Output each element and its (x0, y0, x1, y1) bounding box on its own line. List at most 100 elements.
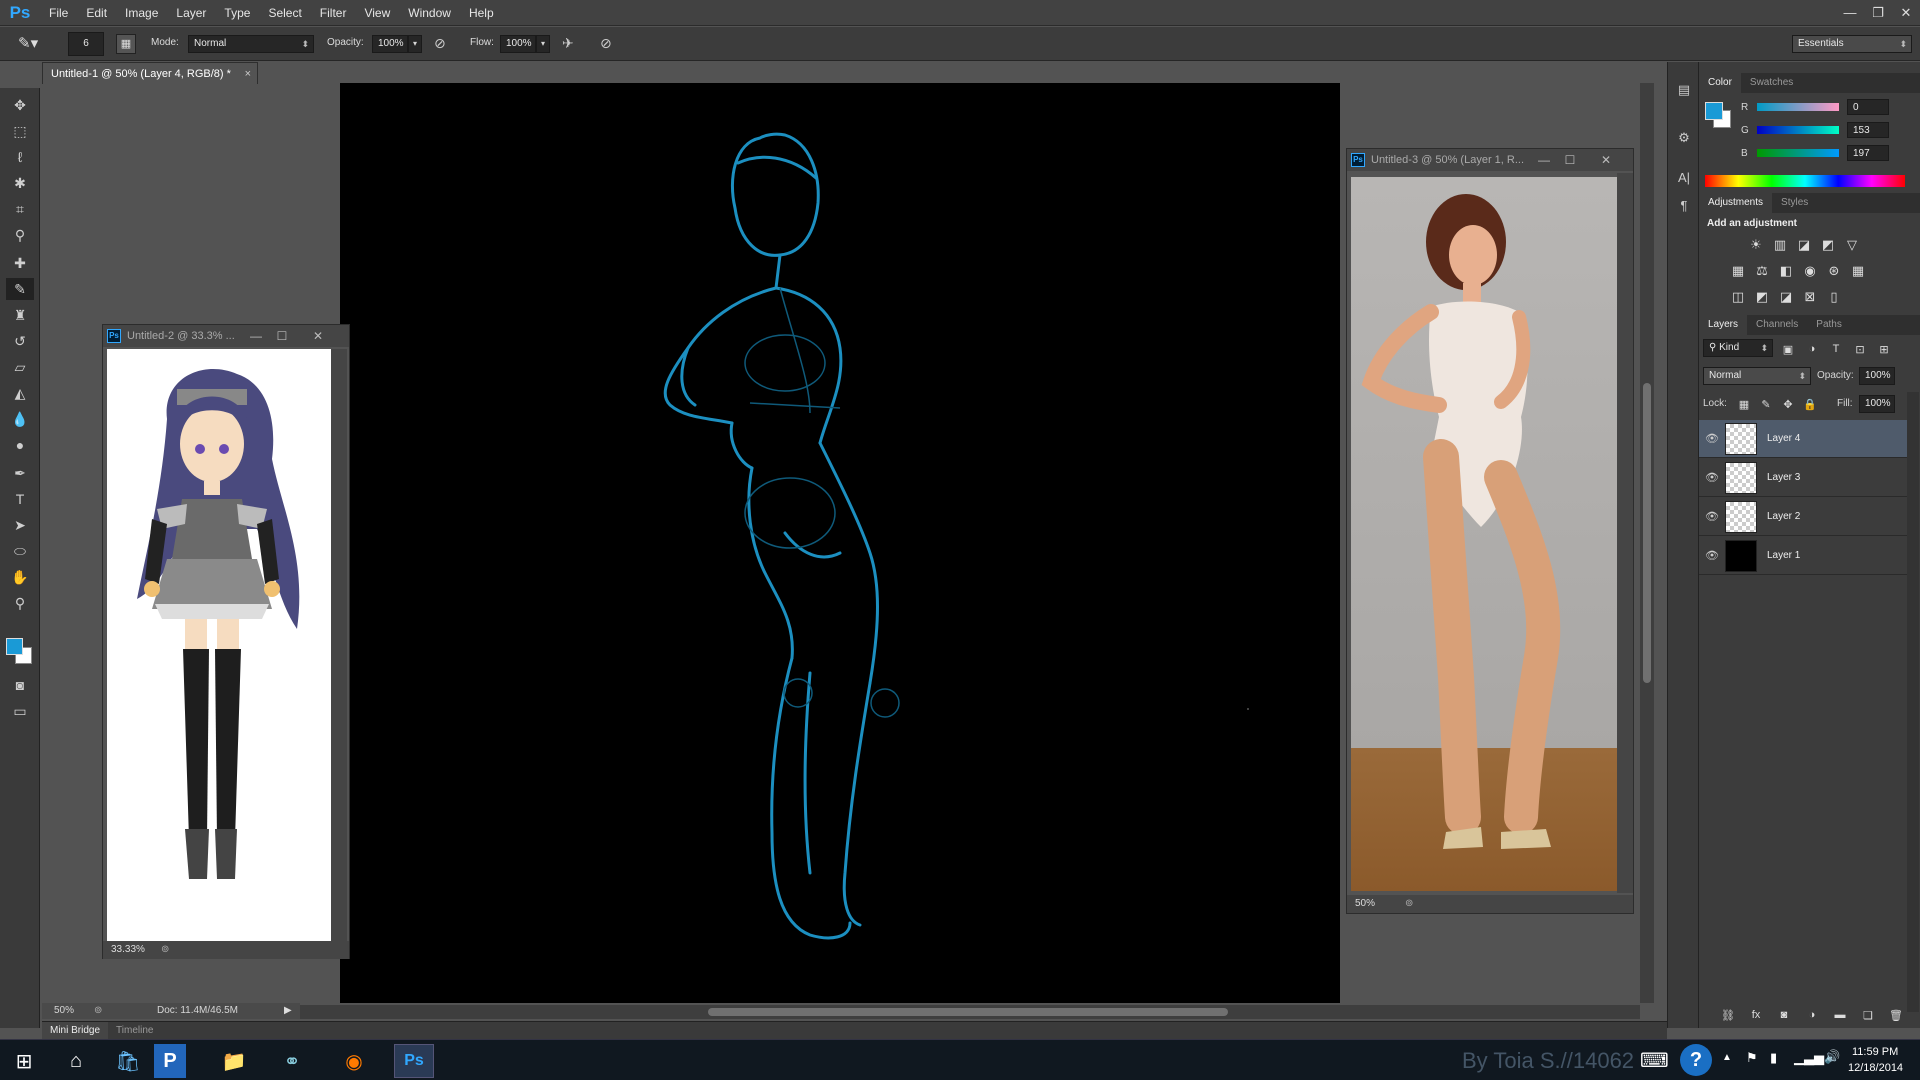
paint-bucket-tool-icon[interactable]: ◭ (6, 382, 34, 404)
tab-timeline[interactable]: Timeline (108, 1022, 161, 1039)
close-icon[interactable]: ✕ (1892, 4, 1920, 22)
black-white-icon[interactable]: ◧ (1777, 262, 1795, 280)
brush-tool-icon[interactable]: ✎ (6, 278, 34, 300)
fg-color-swatch[interactable] (1705, 102, 1723, 120)
vibrance-icon[interactable]: ▽ (1843, 236, 1861, 254)
clock-time[interactable]: 11:59 PM (1852, 1046, 1898, 1058)
tab-color[interactable]: Color (1699, 73, 1741, 93)
eyedropper-tool-icon[interactable]: ⚲ (6, 224, 34, 246)
pen-tool-icon[interactable]: ✒ (6, 462, 34, 484)
flow-dropdown-icon[interactable]: ▾ (536, 35, 550, 53)
pressure-size-icon[interactable]: ⊘ (600, 35, 620, 53)
g-slider[interactable] (1757, 126, 1839, 134)
crop-tool-icon[interactable]: ⌗ (6, 198, 34, 220)
keyboard-icon[interactable]: ⌨ (1640, 1048, 1669, 1073)
hue-saturation-icon[interactable]: ▦ (1729, 262, 1747, 280)
photo-filter-icon[interactable]: ◉ (1801, 262, 1819, 280)
opacity-field[interactable]: 100% (372, 35, 408, 53)
volume-icon[interactable]: 🔊 (1824, 1049, 1840, 1065)
window3-close-icon[interactable]: ✕ (1595, 151, 1617, 169)
brush-size-field[interactable]: 6 (68, 32, 104, 56)
invert-icon[interactable]: ◫ (1729, 288, 1747, 306)
main-canvas[interactable] (340, 83, 1340, 1003)
workspace-dropdown[interactable]: Essentials (1792, 35, 1912, 53)
menu-window[interactable]: Window (399, 0, 460, 26)
tab-close-icon[interactable]: × (245, 63, 251, 85)
dodge-tool-icon[interactable]: ● (6, 434, 34, 456)
blur-tool-icon[interactable]: 💧 (6, 408, 34, 430)
tab-layers[interactable]: Layers (1699, 315, 1748, 335)
actions-panel-icon[interactable]: ⚙ (1674, 130, 1694, 150)
minimize-icon[interactable]: — (1836, 4, 1864, 22)
tab-untitled-1[interactable]: Untitled-1 @ 50% (Layer 4, RGB/8) * × (42, 62, 258, 84)
link-layers-icon[interactable]: ⛓ (1719, 1006, 1737, 1024)
firefox-icon[interactable]: ◉ (334, 1044, 374, 1078)
window2-zoom[interactable]: 33.33% (111, 944, 145, 955)
vertical-scrollbar[interactable] (1640, 83, 1654, 1003)
flow-field[interactable]: 100% (500, 35, 536, 53)
status-menu-icon[interactable]: ⊚ (94, 1003, 102, 1019)
screen-mode-icon[interactable]: ▭ (6, 700, 34, 722)
layer-style-icon[interactable]: fx (1747, 1006, 1765, 1024)
menu-layer[interactable]: Layer (167, 0, 215, 26)
visibility-eye-icon[interactable]: 👁 (1699, 432, 1725, 445)
window2-status-icon[interactable]: ⊚ (161, 941, 169, 959)
quick-select-tool-icon[interactable]: ✱ (6, 172, 34, 194)
menu-edit[interactable]: Edit (77, 0, 116, 26)
battery-icon[interactable]: ▮ (1770, 1050, 1777, 1066)
menu-filter[interactable]: Filter (311, 0, 356, 26)
foreground-color-swatch[interactable] (6, 638, 23, 655)
opacity-dropdown-icon[interactable]: ▾ (408, 35, 422, 53)
gradient-map-icon[interactable]: ▯ (1825, 288, 1843, 306)
menu-file[interactable]: File (40, 0, 77, 26)
character-panel-icon[interactable]: A| (1674, 170, 1694, 190)
show-hidden-icons[interactable]: ▲ (1722, 1052, 1732, 1063)
airbrush-icon[interactable]: ✈ (562, 35, 582, 53)
lock-image-icon[interactable]: ✎ (1757, 395, 1775, 413)
window-untitled-3-titlebar[interactable]: Ps Untitled-3 @ 50% (Layer 1, R... (1347, 149, 1633, 171)
add-mask-icon[interactable]: ◙ (1775, 1006, 1793, 1024)
tab-styles[interactable]: Styles (1772, 193, 1817, 213)
menu-view[interactable]: View (355, 0, 399, 26)
filter-smart-object-icon[interactable]: ⊞ (1875, 340, 1893, 358)
marquee-tool-icon[interactable]: ⬚ (6, 120, 34, 142)
r-slider[interactable] (1757, 103, 1839, 111)
new-group-icon[interactable]: ▬ (1831, 1006, 1849, 1024)
brush-preset-icon[interactable]: ✎▾ (18, 34, 50, 54)
horizontal-scrollbar[interactable] (300, 1005, 1640, 1019)
layer-opacity-field[interactable]: 100% (1859, 367, 1895, 385)
menu-help[interactable]: Help (460, 0, 503, 26)
layer-filter-kind[interactable]: ⚲ Kind (1703, 339, 1773, 357)
selective-color-icon[interactable]: ⊠ (1801, 288, 1819, 306)
tab-paths[interactable]: Paths (1807, 315, 1851, 335)
layer-row-1[interactable]: 👁 Layer 1 (1699, 537, 1907, 575)
hand-tool-icon[interactable]: ✋ (6, 566, 34, 588)
window3-zoom[interactable]: 50% (1355, 898, 1375, 909)
filter-shape-icon[interactable]: ⊡ (1851, 340, 1869, 358)
quick-mask-icon[interactable]: ◙ (6, 674, 34, 696)
r-value-field[interactable]: 0 (1847, 99, 1889, 115)
mode-dropdown[interactable]: Normal (188, 35, 314, 53)
filter-type-icon[interactable]: T (1827, 340, 1845, 358)
b-value-field[interactable]: 197 (1847, 145, 1889, 161)
tab-swatches[interactable]: Swatches (1741, 73, 1802, 93)
vertical-scroll-thumb[interactable] (1643, 383, 1651, 683)
horizontal-scroll-thumb[interactable] (708, 1008, 1228, 1016)
home-icon[interactable]: ⌂ (56, 1044, 96, 1078)
network-app-icon[interactable]: ⚭ (272, 1044, 312, 1078)
zoom-tool-icon[interactable]: ⚲ (6, 592, 34, 614)
window3-maximize-icon[interactable]: ☐ (1559, 151, 1581, 169)
visibility-eye-icon[interactable]: 👁 (1699, 510, 1725, 523)
lock-all-icon[interactable]: 🔒 (1801, 395, 1819, 413)
history-brush-tool-icon[interactable]: ↺ (6, 330, 34, 352)
file-explorer-icon[interactable]: 📁 (214, 1044, 254, 1078)
history-panel-icon[interactable]: ▤ (1674, 82, 1694, 102)
lock-position-icon[interactable]: ✥ (1779, 395, 1797, 413)
new-layer-icon[interactable]: ❏ (1859, 1006, 1877, 1024)
color-balance-icon[interactable]: ⚖ (1753, 262, 1771, 280)
stamp-tool-icon[interactable]: ♜ (6, 304, 34, 326)
shape-tool-icon[interactable]: ⬭ (6, 540, 34, 562)
layer-row-3[interactable]: 👁 Layer 3 (1699, 459, 1907, 497)
levels-icon[interactable]: ▥ (1771, 236, 1789, 254)
b-slider[interactable] (1757, 149, 1839, 157)
